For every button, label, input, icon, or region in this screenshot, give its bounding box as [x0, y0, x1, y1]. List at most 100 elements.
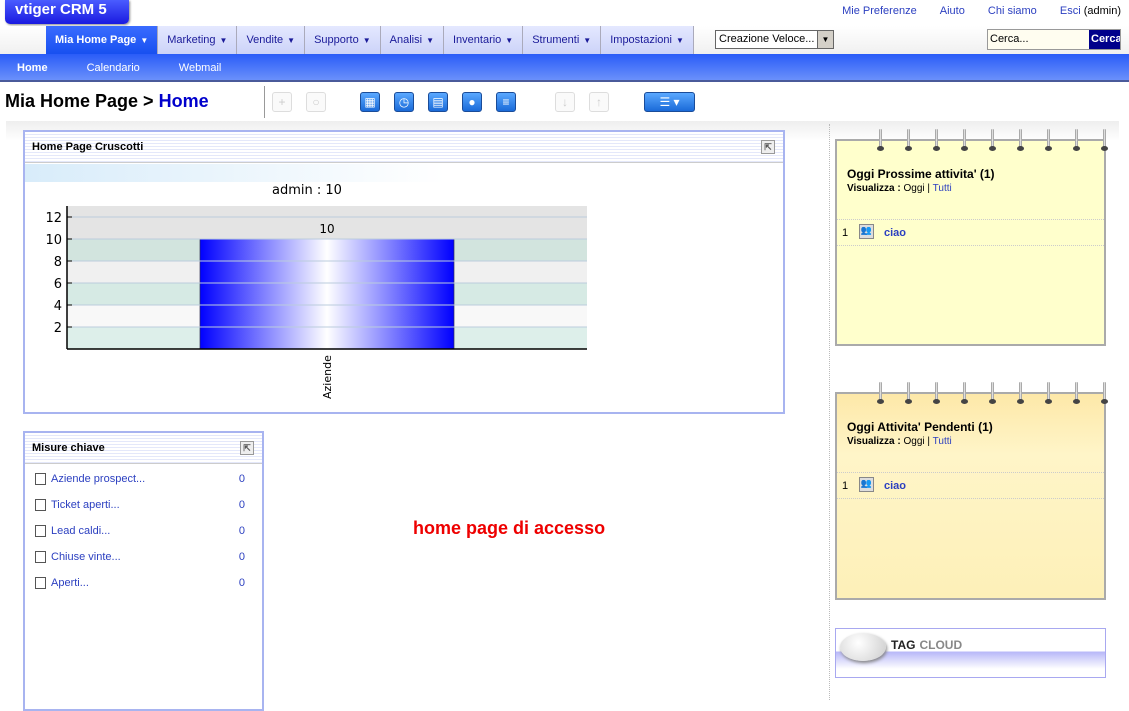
document-icon [35, 473, 46, 486]
message: home page di accesso [413, 518, 606, 538]
chevron-down-icon: ▼ [219, 36, 228, 45]
metric-link[interactable]: Aziende prospect... [51, 473, 145, 485]
chat-icon[interactable]: ● [462, 92, 482, 112]
tag-cloud-title: TAG CLOUD [891, 638, 963, 652]
spiral-binding [837, 129, 1108, 151]
cloud-icon [840, 633, 886, 661]
preferences-link[interactable]: Mie Preferenze [842, 5, 917, 17]
top-links: Mie Preferenze Aiuto Chi siamo Esci (adm… [822, 5, 1121, 17]
document-icon [35, 577, 46, 590]
calendar-icon[interactable]: ▦ [360, 92, 380, 112]
data-label: 10 [319, 222, 334, 236]
metric-row: Aziende prospect... 0 [35, 473, 245, 486]
subnav-calendar[interactable]: Calendario [87, 54, 140, 80]
tab-label: Inventario [452, 34, 502, 46]
add-icon[interactable]: + [272, 92, 292, 112]
tab-label: Impostazioni [610, 34, 672, 46]
key-metrics-panel: Misure chiave ⇱ Aziende prospect... 0 Ticke… [23, 431, 264, 711]
layout-icon[interactable]: ☰ ▾ [644, 92, 695, 112]
pending-activities-panel: Oggi Attivita' Pendenti (1) Visualizza :… [835, 382, 1108, 600]
notes-icon[interactable]: ≡ [496, 92, 516, 112]
metric-link[interactable]: Lead caldi... [51, 525, 110, 537]
note-title: Oggi Prossime attivita' (1) [847, 167, 995, 181]
activity-row: 1 👥 ciao [837, 472, 1104, 499]
export-icon[interactable]: ↑ [589, 92, 609, 112]
tab-analisi[interactable]: Analisi ▼ [380, 26, 444, 54]
logo[interactable]: vtiger CRM 5 [5, 0, 129, 24]
view-filter: Visualizza : Oggi | Tutti [847, 436, 952, 447]
y-tick-label: 4 [54, 299, 62, 314]
tab-impostazioni[interactable]: Impostazioni ▼ [601, 26, 694, 54]
maximize-icon[interactable]: ⇱ [240, 441, 254, 455]
upcoming-activities-panel: Oggi Prossime attivita' (1) Visualizza :… [835, 129, 1108, 346]
quick-create-value: Creazione Veloce... [719, 33, 815, 45]
metric-row: Ticket aperti... 0 [35, 499, 245, 512]
contacts-icon: 👥 [859, 224, 874, 239]
subnav-home[interactable]: Home [17, 54, 48, 80]
y-tick-label: 6 [54, 277, 62, 292]
dashboard-panel: Home Page Cruscotti ⇱ admin : 10 10 Aziende… [23, 130, 785, 414]
filter-today[interactable]: Oggi [904, 183, 925, 194]
activity-link[interactable]: ciao [884, 480, 906, 492]
breadcrumb-page: Home [158, 91, 209, 111]
tab-inventario[interactable]: Inventario ▼ [443, 26, 524, 54]
breadcrumb-module[interactable]: Mia Home Page > [5, 91, 154, 111]
document-icon [35, 551, 46, 564]
subnav-webmail[interactable]: Webmail [179, 54, 222, 80]
y-tick-label: 12 [45, 211, 62, 226]
bar-chart: admin : 10 10 Aziende 2 4 6 8 10 12 [25, 164, 587, 399]
search-input[interactable]: Cerca... Cerca [987, 29, 1121, 50]
quick-create-select[interactable]: Creazione Veloce... ▼ [715, 30, 834, 49]
filter-all[interactable]: Tutti [933, 183, 952, 194]
calculator-icon[interactable]: ▤ [428, 92, 448, 112]
tab-label: Strumenti [532, 34, 580, 46]
metric-value: 0 [238, 577, 245, 589]
divider [829, 124, 830, 700]
import-icon[interactable]: ↓ [555, 92, 575, 112]
chevron-down-icon: ▼ [583, 36, 592, 45]
tab-label: Analisi [389, 34, 423, 46]
metric-link[interactable]: Aperti... [51, 577, 89, 589]
divider [264, 86, 265, 118]
main-tabs: Mia Home Page ▼ Marketing ▼ Vendite ▼ Supporto… [46, 26, 694, 54]
filter-today[interactable]: Oggi [904, 436, 925, 447]
chevron-down-icon: ▼ [675, 36, 684, 45]
dashboard-title: Home Page Cruscotti [32, 141, 144, 153]
chevron-down-icon: ▼ [362, 36, 371, 45]
tab-label: Marketing [167, 34, 216, 46]
chevron-down-icon: ▼ [287, 36, 296, 45]
current-user: (admin) [1083, 5, 1121, 17]
tab-vendite[interactable]: Vendite ▼ [237, 26, 306, 54]
x-tick-label: Aziende [321, 355, 334, 399]
maximize-icon[interactable]: ⇱ [761, 140, 775, 154]
logout-link[interactable]: Esci [1060, 5, 1081, 17]
metric-link[interactable]: Chiuse vinte... [51, 551, 121, 563]
clock-icon[interactable]: ◷ [394, 92, 414, 112]
bar-aziende [199, 238, 455, 350]
filter-all[interactable]: Tutti [933, 436, 952, 447]
document-icon [35, 525, 46, 538]
chart-header-fade [25, 164, 445, 182]
metric-value: 0 [238, 499, 245, 511]
tab-label: Supporto [314, 34, 359, 46]
note-title: Oggi Attivita' Pendenti (1) [847, 420, 993, 434]
tab-marketing[interactable]: Marketing ▼ [158, 26, 238, 54]
help-link[interactable]: Aiuto [940, 5, 965, 17]
chevron-down-icon[interactable]: ▼ [817, 31, 833, 48]
metric-row: Chiuse vinte... 0 [35, 551, 245, 564]
chevron-down-icon: ▼ [505, 36, 514, 45]
activity-link[interactable]: ciao [884, 227, 906, 239]
tab-supporto[interactable]: Supporto ▼ [305, 26, 381, 54]
search-icon[interactable]: ○ [306, 92, 326, 112]
metric-row: Aperti... 0 [35, 577, 245, 590]
tab-strumenti[interactable]: Strumenti ▼ [523, 26, 602, 54]
tab-mia-home-page[interactable]: Mia Home Page ▼ [46, 26, 159, 54]
key-metrics-header: Misure chiave ⇱ [25, 433, 262, 464]
activity-row: 1 👥 ciao [837, 219, 1104, 246]
key-metrics-title: Misure chiave [32, 442, 105, 454]
metric-row: Lead caldi... 0 [35, 525, 245, 538]
sub-nav: Home Calendario Webmail [0, 54, 1129, 82]
search-button[interactable]: Cerca [1089, 30, 1120, 49]
about-link[interactable]: Chi siamo [988, 5, 1037, 17]
metric-link[interactable]: Ticket aperti... [51, 499, 120, 511]
